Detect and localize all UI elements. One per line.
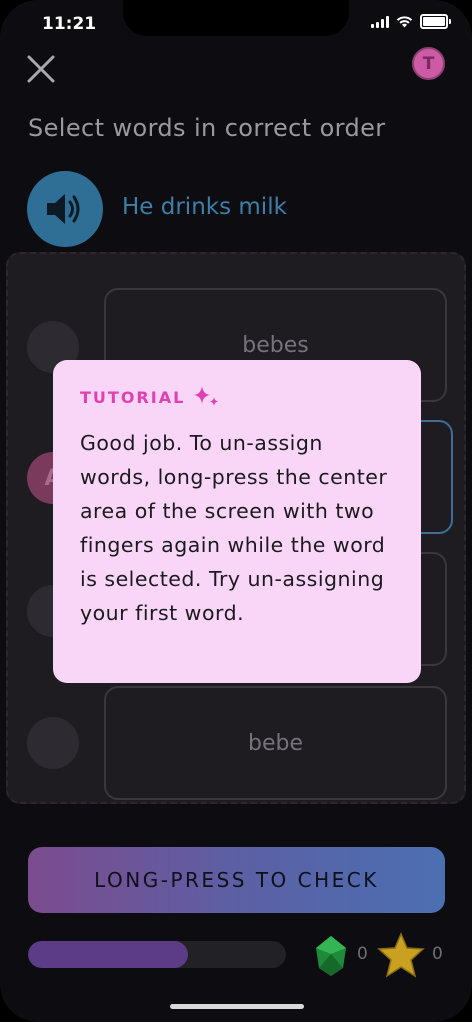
home-indicator[interactable] [170,1004,304,1009]
tutorial-title: TUTORIAL [80,387,186,407]
battery-icon [420,14,451,29]
word-card-4[interactable]: bebe [104,686,447,800]
app-screen: 11:21 T Select words in correct order He… [0,0,472,1022]
avatar[interactable]: T [412,47,445,80]
play-audio-button[interactable] [27,171,103,247]
gem-count: 0 [357,944,368,964]
device-notch [123,0,349,36]
star-count: 0 [432,944,443,964]
signal-icon [371,15,389,28]
tutorial-body: Good job. To un-assign words, long-press… [80,431,388,625]
status-time: 11:21 [42,14,97,34]
long-press-check-button[interactable]: LONG-PRESS TO CHECK [28,847,445,913]
close-icon[interactable] [22,50,60,88]
tutorial-tooltip: TUTORIAL Good job. To un-assign words, l… [53,360,421,683]
progress-fill [28,941,188,968]
gem-icon [316,936,346,976]
star-icon [377,932,425,978]
progress-bar [28,941,286,968]
exercise-prompt[interactable]: He drinks milk [122,194,287,220]
order-slot-4[interactable] [27,717,79,769]
status-icons [371,14,451,29]
wifi-icon [396,16,413,28]
sparkle-icon [194,386,219,406]
exercise-instruction: Select words in correct order [28,114,386,142]
speaker-icon [47,194,80,224]
tutorial-heading: TUTORIAL [80,384,394,410]
